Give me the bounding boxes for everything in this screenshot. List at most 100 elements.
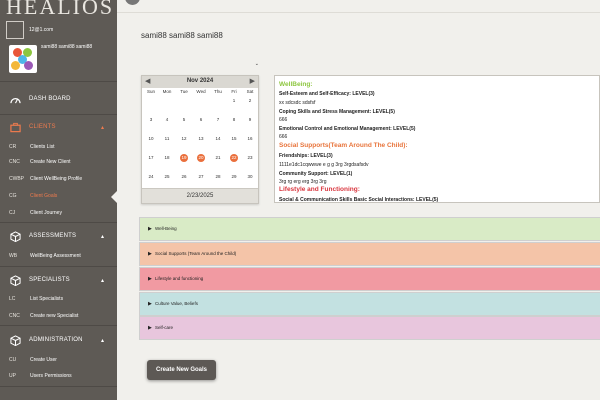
accordion-label: Well-Being	[155, 226, 177, 231]
calendar-day[interactable]: 23	[242, 154, 258, 162]
summary-line: xx sdcsdc sdsfsf	[279, 100, 316, 106]
sidebar-item-create-new-client[interactable]: CNC Create New Client	[0, 155, 117, 169]
expand-triangle-icon: ▶	[148, 301, 152, 307]
calendar-day[interactable]: 24	[143, 173, 159, 181]
calendar-day[interactable]: 7	[210, 116, 226, 124]
nav-label: Create User	[30, 357, 57, 363]
nav-abbr: CG	[9, 193, 17, 199]
accordion-social-supports[interactable]: ▶ Social Supports (Team Around the Child…	[139, 242, 600, 266]
nav-assessments[interactable]: ASSESSMENTS ▴	[0, 223, 117, 249]
user-checkbox[interactable]	[6, 21, 24, 39]
goals-summary-panel: WellBeing: Self-Esteem and Self-Efficacy…	[274, 75, 600, 203]
accordion-well-being[interactable]: ▶ Well-Being	[139, 217, 600, 241]
calendar-day[interactable]: 30	[242, 173, 258, 181]
chevron-down-icon: ⌄	[254, 61, 259, 67]
nav-abbr: CJ	[9, 210, 16, 216]
lifestyle-heading: Lifestyle and Functioning:	[279, 186, 360, 193]
accordion-lifestyle[interactable]: ▶ Lifestyle and functioning	[139, 267, 600, 291]
goal-select[interactable]: ⌄	[141, 59, 261, 73]
calendar-day[interactable]: 20	[193, 154, 209, 162]
menu-toggle-icon[interactable]	[125, 0, 140, 5]
calendar-day[interactable]: 8	[226, 116, 242, 124]
summary-line: Friendships: LEVEL(3)	[279, 153, 333, 159]
expand-triangle-icon: ▶	[148, 226, 152, 232]
calendar-day[interactable]: 5	[176, 116, 192, 124]
selected-date: 2/23/2025	[186, 193, 214, 199]
calendar-day[interactable]: 10	[143, 135, 159, 143]
calendar-day[interactable]: 28	[210, 173, 226, 181]
calendar-day[interactable]: 22	[226, 154, 242, 162]
calendar-month: Nov 2024	[186, 78, 214, 84]
nav-abbr: LC	[9, 296, 16, 302]
calendar-day[interactable]: 21	[210, 154, 226, 162]
nav-specialists-label: SPECIALISTS	[29, 277, 70, 283]
calendar-day[interactable]: 29	[226, 173, 242, 181]
nav-label: Client Journey	[30, 210, 62, 216]
summary-line: 3rg rg erg erg 3rg 3rg	[279, 179, 327, 185]
nav-label: Client Goals	[30, 193, 58, 199]
nav-label: WellBeing Assessment	[30, 253, 81, 259]
accordion-label: Lifestyle and functioning	[155, 276, 204, 281]
nav-abbr: WB	[9, 253, 18, 259]
sidebar-item-list-specialists[interactable]: LC List Specialists	[0, 292, 117, 306]
accordion-label: Social Supports (Team Around the Child)	[155, 251, 237, 256]
nav-administration[interactable]: ADMINISTRATION ▴	[0, 327, 117, 353]
nav-abbr: UP	[9, 373, 16, 379]
calendar-day[interactable]: 18	[159, 154, 175, 162]
sidebar-item-users-permissions[interactable]: UP Users Permissions	[0, 369, 117, 383]
calendar-weekdays: Sun Mon Tue Wed Thu Fri Sat	[142, 88, 258, 96]
calendar-day[interactable]: 11	[159, 135, 175, 143]
sidebar-item-create-new-specialist[interactable]: CNC Create new Specialist	[0, 309, 117, 323]
nav-label: Clients List	[30, 144, 55, 150]
nav-abbr: CU	[9, 357, 17, 363]
summary-line: 666	[279, 117, 288, 123]
calendar-day[interactable]: 4	[159, 116, 175, 124]
nav-label: Users Permissions	[30, 373, 72, 379]
calendar-day[interactable]: 1	[226, 97, 242, 105]
cube-icon	[10, 274, 21, 286]
calendar-day[interactable]: 13	[193, 135, 209, 143]
nav-administration-label: ADMINISTRATION	[29, 337, 83, 343]
cube-icon	[10, 334, 21, 346]
weekday-label: Wed	[196, 89, 206, 94]
accordion-self-care[interactable]: ▶ Self-care	[139, 316, 600, 340]
calendar-day[interactable]: 17	[143, 154, 159, 162]
sidebar: HEALIOS 12@1.com sami88 sami88 sami88 DA…	[0, 0, 117, 400]
sidebar-item-wellbeing-assessment[interactable]: WB WellBeing Assessment	[0, 249, 117, 263]
date-picker[interactable]: ◀ Nov 2024 ▶ Sun Mon Tue Wed Thu Fri Sat 12345…	[141, 75, 259, 204]
weekday-label: Thu	[214, 89, 222, 94]
calendar-day[interactable]: 9	[242, 116, 258, 124]
calendar-day[interactable]: 19	[176, 154, 192, 162]
accordion-culture[interactable]: ▶ Culture Value, Beliefs	[139, 292, 600, 316]
briefcase-icon	[10, 122, 21, 132]
calendar-grid: 1 2 3 4 5 6 7 8 9 10 11 12 13 14 15 16 17 18 19 20 21 22 23 24 2…	[142, 97, 258, 189]
sidebar-item-client-goals[interactable]: CG Client Goals	[0, 189, 117, 203]
calendar-day[interactable]: 3	[143, 116, 159, 124]
sidebar-item-client-journey[interactable]: CJ Client Journey	[0, 206, 117, 220]
calendar-day[interactable]: 6	[193, 116, 209, 124]
nav-dashboard[interactable]: DASH BOARD	[0, 86, 117, 112]
user-email: 12@1.com	[29, 27, 54, 33]
divider	[0, 386, 117, 387]
calendar-day[interactable]: 27	[193, 173, 209, 181]
nav-label: Client WellBeing Profile	[30, 176, 83, 182]
sidebar-item-client-wellbeing-profile[interactable]: CWBP Client WellBeing Profile	[0, 172, 117, 186]
weekday-label: Tue	[180, 89, 188, 94]
sidebar-item-clients-list[interactable]: CR Clients List	[0, 140, 117, 154]
calendar-day[interactable]: 25	[159, 173, 175, 181]
calendar-day[interactable]: 14	[210, 135, 226, 143]
calendar-day[interactable]: 12	[176, 135, 192, 143]
summary-line: 1111e1dc1cqwwwe e g g 3rg 3rgdsafsdv	[279, 162, 369, 168]
create-new-goals-button[interactable]: Create New Goals	[147, 360, 216, 380]
calendar-day[interactable]: 26	[176, 173, 192, 181]
summary-line: Coping Skills and Stress Management: LEV…	[279, 109, 395, 115]
next-month-icon[interactable]: ▶	[250, 77, 255, 85]
nav-specialists[interactable]: SPECIALISTS ▴	[0, 267, 117, 293]
accordion-label: Culture Value, Beliefs	[155, 301, 198, 306]
nav-clients[interactable]: CLIENTS ▴	[0, 114, 117, 140]
calendar-day[interactable]: 2	[242, 97, 258, 105]
calendar-day[interactable]: 16	[242, 135, 258, 143]
calendar-day[interactable]: 15	[226, 135, 242, 143]
weekday-label: Mon	[162, 89, 172, 94]
sidebar-item-create-user[interactable]: CU Create User	[0, 353, 117, 367]
